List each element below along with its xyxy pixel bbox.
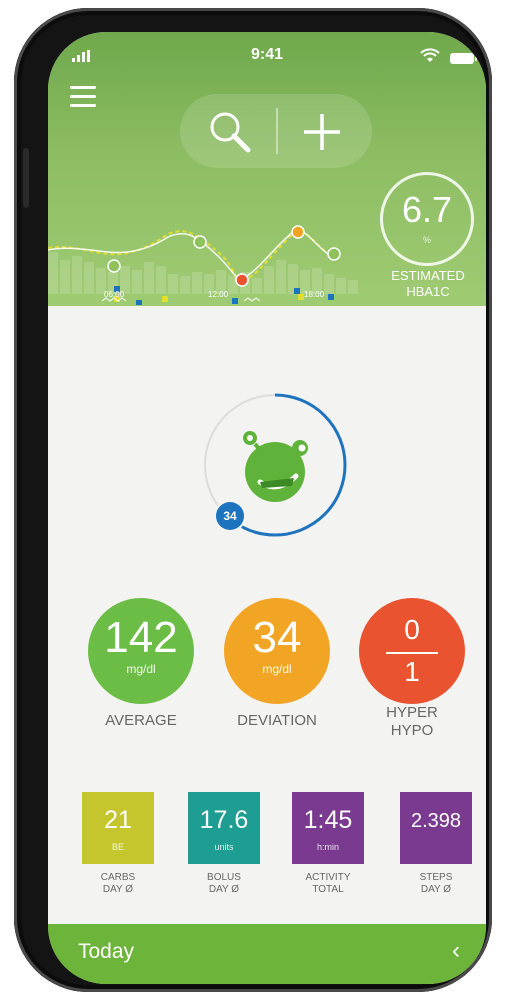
chart-time-label: 18:00: [304, 290, 325, 299]
chart-time-label: 12:00: [208, 290, 229, 299]
carbs-value: 21: [104, 806, 132, 834]
bolus-value: 17.6: [199, 806, 249, 834]
hba1c-circle[interactable]: 6.7 %: [380, 172, 474, 266]
today-footer-bar[interactable]: Today ‹: [48, 924, 486, 984]
monster-avatar-icon: [243, 431, 308, 502]
status-bar: 9:41: [48, 44, 486, 68]
plus-icon[interactable]: [300, 110, 344, 154]
wifi-icon: [420, 48, 440, 62]
hyper-hypo-circle[interactable]: 0 1: [359, 598, 465, 704]
deviation-unit: mg/dl: [262, 662, 292, 676]
search-add-pill: [180, 94, 372, 168]
app-screen: 9:41 06:00 12:00 18:00 6.7 % ESTIMATED H…: [48, 32, 486, 984]
chevron-left-icon[interactable]: ‹: [452, 937, 460, 965]
menu-icon[interactable]: [70, 86, 96, 108]
bolus-unit: units: [214, 842, 234, 852]
phone-frame: 9:41 06:00 12:00 18:00 6.7 % ESTIMATED H…: [14, 8, 492, 992]
bolus-label: BOLUS DAY Ø: [179, 872, 269, 896]
hypo-label: HYPO: [390, 722, 434, 739]
carbs-label: CARBS DAY Ø: [73, 872, 163, 896]
hba1c-label-line2: HBA1C: [406, 284, 450, 299]
deviation-label: DEVIATION: [237, 712, 317, 729]
search-icon[interactable]: [206, 108, 254, 156]
average-circle[interactable]: 142 mg/dl: [88, 598, 194, 704]
deviation-value: 34: [252, 613, 302, 662]
hba1c-label-line1: ESTIMATED: [391, 268, 465, 283]
header-panel: 9:41 06:00 12:00 18:00 6.7 % ESTIMATED H…: [48, 32, 486, 306]
pill-divider: [276, 108, 278, 154]
footer-title: Today: [78, 940, 135, 963]
steps-value: 2.398: [410, 810, 462, 832]
steps-label: STEPS DAY Ø: [391, 872, 481, 896]
hba1c-unit: %: [422, 235, 431, 245]
activity-label-line2: TOTAL: [312, 884, 344, 895]
hyper-hypo-label: HYPER HYPO: [342, 704, 482, 740]
activity-label-line1: ACTIVITY: [305, 872, 351, 883]
steps-label-line2: DAY Ø: [420, 884, 452, 895]
deviation-circle[interactable]: 34 mg/dl: [224, 598, 330, 704]
fraction-bar: [386, 652, 438, 654]
activity-unit: h:min: [316, 842, 339, 852]
steps-label-line1: STEPS: [419, 872, 453, 883]
average-unit: mg/dl: [126, 662, 156, 676]
hba1c-value: 6.7: [401, 189, 453, 230]
hyper-count: 0: [404, 614, 420, 645]
carbs-tile[interactable]: 21 BE: [82, 792, 154, 864]
average-value: 142: [104, 613, 178, 662]
carbs-label-line1: CARBS: [100, 872, 136, 883]
bolus-label-line1: BOLUS: [207, 872, 241, 883]
steps-tile[interactable]: 2.398: [400, 792, 472, 864]
battery-icon: [450, 53, 477, 64]
activity-label: ACTIVITY TOTAL: [283, 872, 373, 896]
chart-time-label: 06:00: [104, 290, 125, 299]
hba1c-label: ESTIMATED HBA1C: [370, 268, 486, 300]
average-label: AVERAGE: [105, 712, 177, 729]
carbs-unit: BE: [111, 842, 124, 852]
bolus-tile[interactable]: 17.6 units: [188, 792, 260, 864]
hypo-count: 1: [404, 656, 420, 687]
glucose-trend-chart: [48, 225, 358, 305]
activity-tile[interactable]: 1:45 h:min: [292, 792, 364, 864]
side-button: [23, 148, 29, 208]
ring-count-badge: 34: [216, 502, 244, 530]
carbs-label-line2: DAY Ø: [102, 884, 134, 895]
bolus-label-line2: DAY Ø: [208, 884, 240, 895]
activity-value: 1:45: [303, 806, 353, 834]
hyper-label: HYPER: [386, 704, 438, 721]
